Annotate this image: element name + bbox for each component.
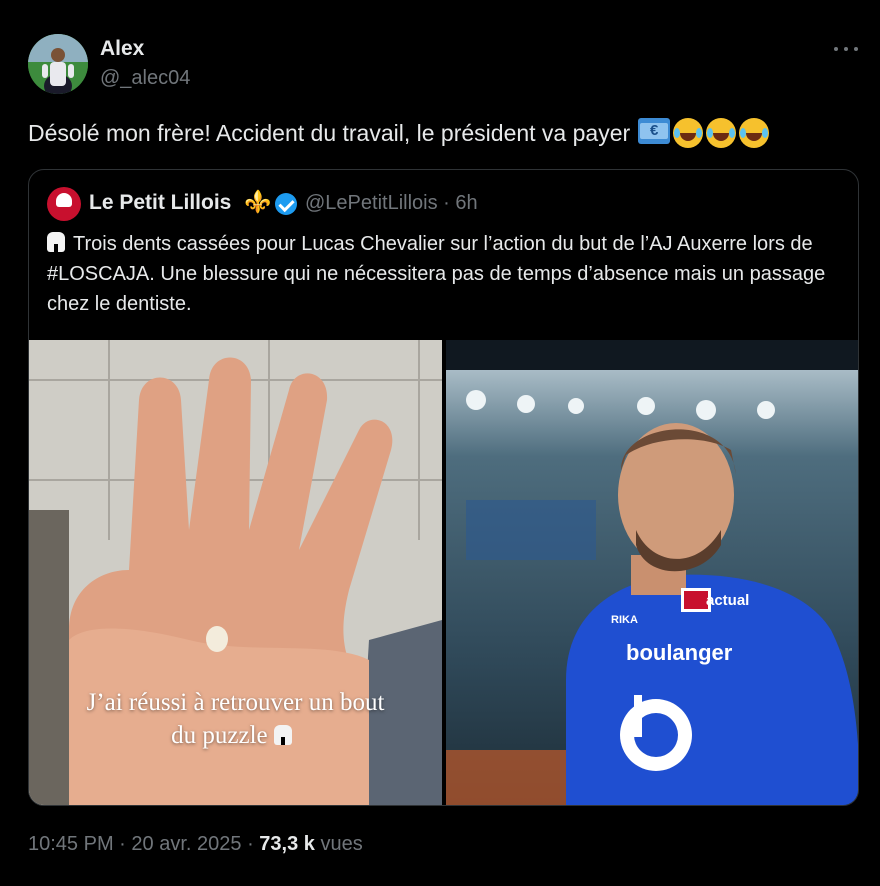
verified-badge-icon	[275, 193, 297, 215]
caption-line-2-text: du puzzle	[171, 722, 268, 749]
media-photo-player[interactable]: boulanger actual RIKA	[446, 340, 858, 805]
meta-separator: ·	[443, 192, 450, 214]
media-caption: J’ai réussi à retrouver un bout du puzzl…	[29, 686, 442, 752]
quoted-meta: @LePetitLillois · 6h	[305, 192, 478, 215]
tweet-text-row: Désolé mon frère! Accident du travail, l…	[28, 118, 770, 148]
tweet-emojis	[638, 118, 770, 148]
money-bill-emoji-icon	[638, 118, 671, 144]
quoted-tweet-text-block: Trois dents cassées pour Lucas Chevalier…	[47, 229, 847, 319]
author-handle[interactable]: @_alec04	[100, 67, 190, 90]
shirt-kit-text: RIKA	[611, 614, 638, 626]
laughing-emoji-icon	[673, 118, 704, 148]
quoted-author-handle[interactable]: @LePetitLillois	[305, 192, 438, 214]
footer-separator: ·	[247, 833, 254, 855]
shirt-brand-text: actual	[706, 592, 749, 609]
tweet-text: Désolé mon frère! Accident du travail, l…	[28, 119, 631, 146]
quoted-author-name[interactable]: Le Petit Lillois	[89, 191, 231, 215]
quoted-tweet-text: Trois dents cassées pour Lucas Chevalier…	[47, 233, 826, 315]
author-name[interactable]: Alex	[100, 37, 144, 61]
tweet: Alex @_alec04 Désolé mon frère! Accident…	[0, 0, 880, 886]
quoted-time[interactable]: 6h	[455, 192, 477, 214]
laughing-emoji-icon	[739, 118, 770, 148]
shirt-sponsor-text: boulanger	[626, 640, 733, 665]
fleur-de-lis-icon: ⚜️	[244, 189, 272, 214]
views-count[interactable]: 73,3 k	[259, 833, 315, 855]
tooth-icon	[47, 232, 65, 252]
caption-line-1: J’ai réussi à retrouver un bout	[86, 689, 385, 716]
tweet-footer: 10:45 PM · 20 avr. 2025 · 73,3 k vues	[28, 833, 363, 856]
tweet-time[interactable]: 10:45 PM	[28, 833, 114, 855]
laughing-emoji-icon	[706, 118, 737, 148]
more-options-icon[interactable]	[832, 38, 860, 58]
quoted-tweet[interactable]: Le Petit Lillois ⚜️ @LePetitLillois · 6h…	[28, 169, 859, 806]
tweet-date[interactable]: 20 avr. 2025	[131, 833, 241, 855]
views-label: vues	[320, 833, 363, 855]
media-photo-hand[interactable]: J’ai réussi à retrouver un bout du puzzl…	[29, 340, 442, 805]
quoted-author-avatar[interactable]	[47, 187, 81, 221]
author-avatar[interactable]	[28, 34, 88, 94]
caption-line-2: du puzzle	[29, 719, 442, 752]
footer-separator: ·	[119, 833, 126, 855]
tooth-icon	[273, 725, 292, 745]
